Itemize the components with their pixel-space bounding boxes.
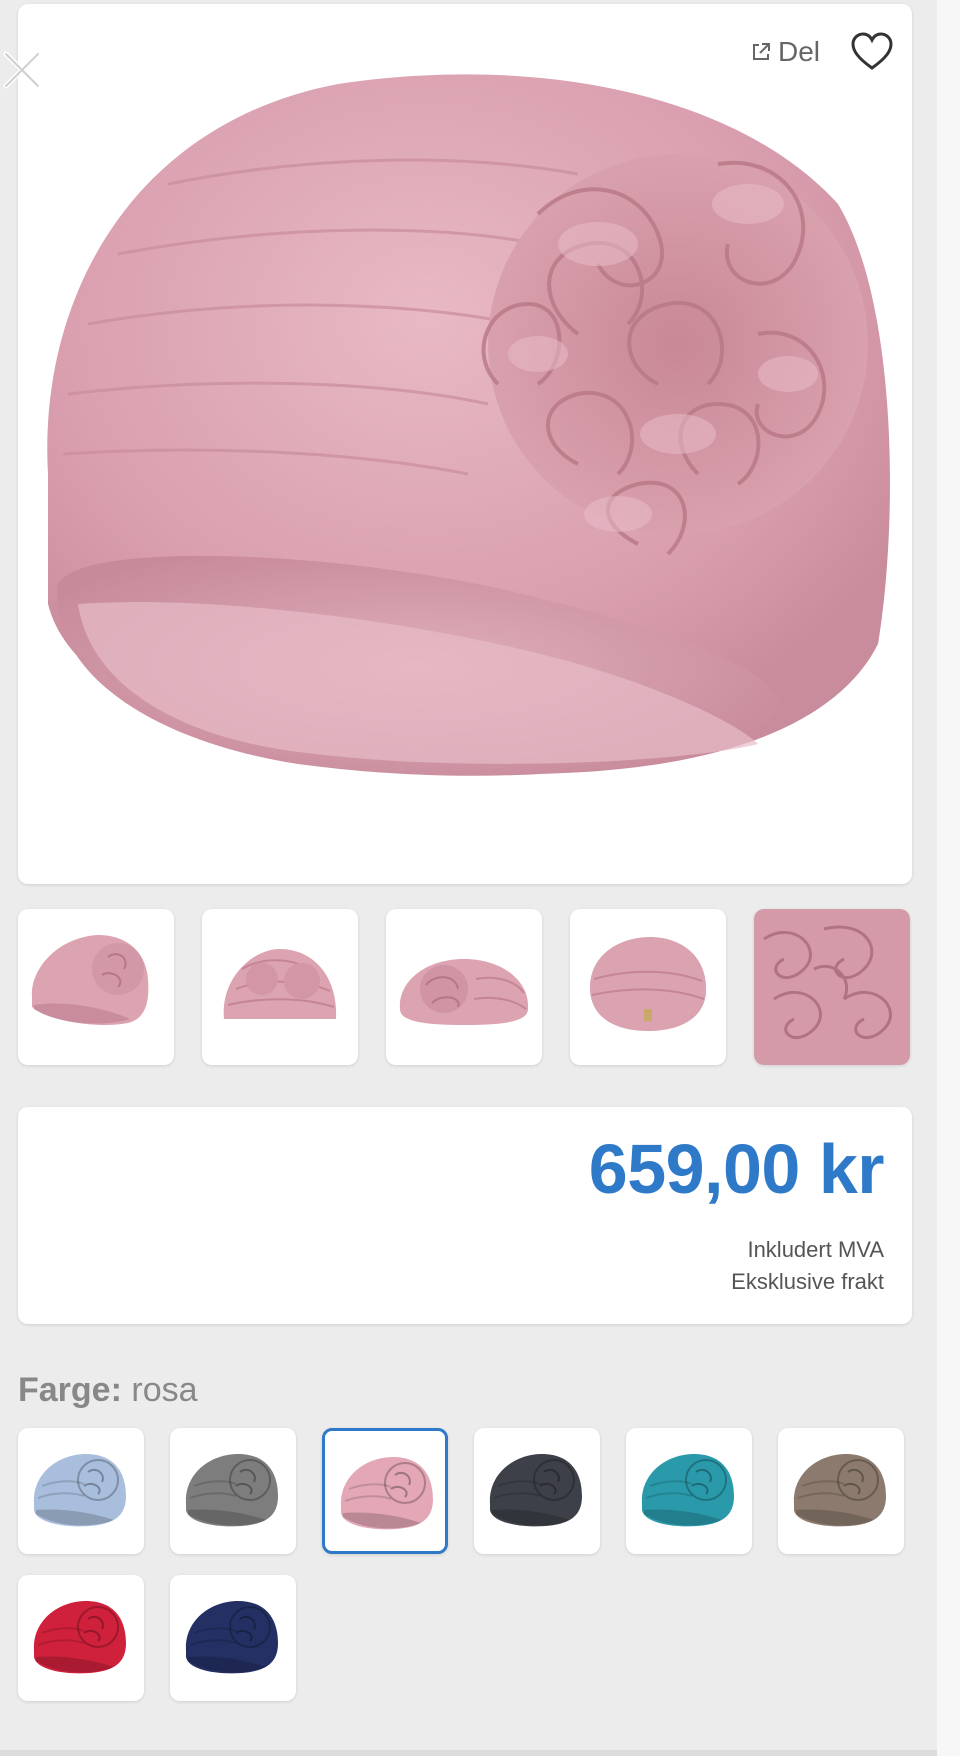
color-swatch-6[interactable] (778, 1428, 904, 1554)
color-swatch-4[interactable] (474, 1428, 600, 1554)
color-swatch-7[interactable] (18, 1575, 144, 1701)
close-button[interactable] (0, 48, 44, 92)
shipping-note: Eksklusive frakt (731, 1269, 884, 1294)
color-label-row: Farge: rosa (18, 1371, 198, 1410)
external-link-icon (753, 43, 770, 60)
favorite-button[interactable] (850, 32, 894, 72)
price-card: 659,00 kr Inkludert MVA Eksklusive frakt (18, 1107, 912, 1324)
thumbnail-image (223, 949, 337, 1019)
gallery-thumbnail-2[interactable] (202, 909, 358, 1065)
thumbnail-image (589, 937, 707, 1031)
swatch-hat-image (489, 1454, 582, 1527)
swatch-hat-image (33, 1601, 126, 1674)
thumbnail-image (31, 935, 149, 1026)
product-price: 659,00 kr (588, 1130, 885, 1208)
color-swatch-1[interactable] (18, 1428, 144, 1554)
close-icon (3, 51, 41, 89)
page-scroll-rail (937, 0, 960, 1756)
color-swatch-5[interactable] (626, 1428, 752, 1554)
swatch-hat-image (641, 1454, 734, 1527)
gallery-thumbnail-1[interactable] (18, 909, 174, 1065)
swatch-hat-image (185, 1454, 278, 1527)
share-label: Del (778, 36, 821, 67)
swatch-hat-image (33, 1454, 126, 1527)
share-button[interactable]: Del (750, 36, 820, 68)
turban-hat-image (47, 74, 890, 776)
thumbnail-image (754, 909, 910, 1065)
vat-note: Inkludert MVA (747, 1237, 884, 1262)
thumbnail-image (399, 959, 529, 1025)
gallery-thumbnail-5[interactable] (754, 909, 910, 1065)
color-swatch-3[interactable] (322, 1428, 448, 1554)
gallery-thumbnail-4[interactable] (570, 909, 726, 1065)
bottom-divider (0, 1750, 937, 1756)
heart-outline-icon (851, 32, 893, 70)
selected-color-value: rosa (131, 1371, 198, 1409)
main-product-image[interactable] (18, 4, 912, 884)
swatch-hat-image (185, 1601, 278, 1674)
color-swatch-2[interactable] (170, 1428, 296, 1554)
color-swatch-8[interactable] (170, 1575, 296, 1701)
swatch-hat-image (793, 1454, 886, 1527)
color-label: Farge: (18, 1371, 122, 1409)
gallery-thumbnail-3[interactable] (386, 909, 542, 1065)
swatch-hat-image (340, 1457, 433, 1530)
